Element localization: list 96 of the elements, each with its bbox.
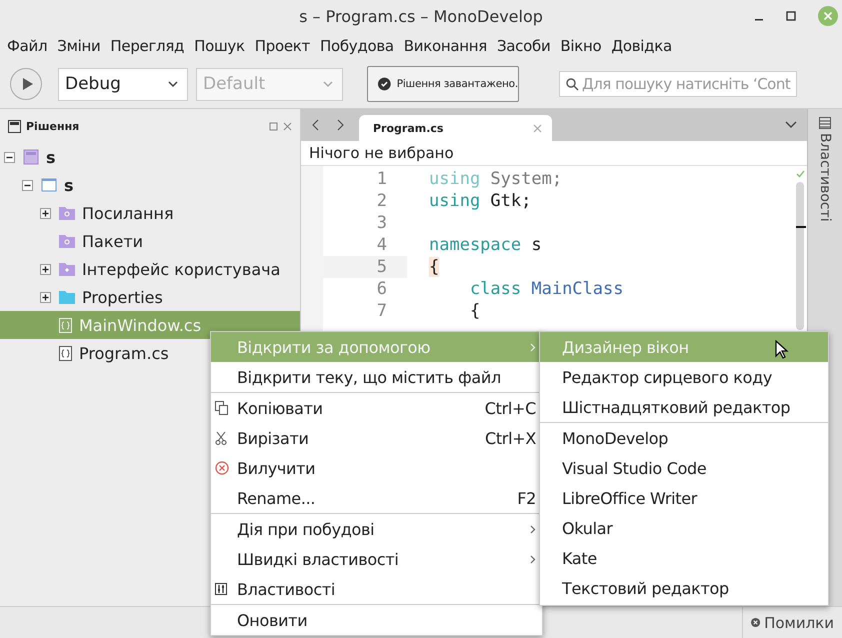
menu-item[interactable]: Okular xyxy=(540,513,828,543)
expand-icon[interactable] xyxy=(40,208,51,218)
forward-icon[interactable] xyxy=(335,119,345,131)
menu-item[interactable]: Файл xyxy=(2,37,52,55)
menu-item[interactable]: Перегляд xyxy=(105,37,190,55)
tree-item[interactable]: Properties xyxy=(0,283,300,311)
maximize-icon[interactable] xyxy=(786,11,796,21)
menu-item[interactable]: Проект xyxy=(250,37,315,55)
shortcut-text: Ctrl+X xyxy=(484,428,536,448)
editor-tab[interactable]: Program.cs xyxy=(359,115,552,141)
line-number: 5 xyxy=(323,256,407,278)
menu-item[interactable]: Пошук xyxy=(189,37,250,55)
menu-item[interactable]: Вилучити xyxy=(211,453,542,483)
check-icon xyxy=(796,170,804,178)
line-number: 2 xyxy=(376,190,388,212)
menu-item[interactable]: Оновити xyxy=(211,605,542,635)
search-icon xyxy=(566,78,579,90)
tree-item-label: Пакети xyxy=(82,232,144,250)
chevron-down-icon xyxy=(322,80,334,88)
list-icon xyxy=(819,117,831,129)
code-line: { xyxy=(468,301,480,321)
menu-item[interactable]: Копіювати Ctrl+C xyxy=(211,393,542,423)
error-icon xyxy=(751,616,760,629)
collapse-icon[interactable] xyxy=(4,152,15,162)
expand-icon[interactable] xyxy=(40,264,51,274)
tree-item-label: MainWindow.cs xyxy=(79,316,202,334)
play-icon xyxy=(22,77,34,91)
collapse-icon[interactable] xyxy=(22,180,33,190)
run-button[interactable] xyxy=(10,68,42,100)
code-file-icon xyxy=(59,318,72,332)
chevron-down-icon[interactable] xyxy=(785,121,797,129)
menu-item[interactable]: Дія при побудові xyxy=(211,514,542,544)
menu-item[interactable]: Шістнадцятковий редактор xyxy=(540,392,828,422)
menu-item[interactable]: Виконання xyxy=(398,37,492,55)
menu-item[interactable]: Rename... F2 xyxy=(211,483,542,513)
menu-item[interactable]: Вікно xyxy=(555,37,606,55)
tree-item-label: s xyxy=(64,176,74,194)
code-file-icon xyxy=(59,346,72,360)
code-line: class MainClass xyxy=(468,279,624,299)
menu-item[interactable]: Редактор сирцевого коду xyxy=(540,362,828,392)
code-line: using Gtk; xyxy=(429,191,532,211)
menu-item[interactable]: Властивості xyxy=(211,574,542,604)
back-icon[interactable] xyxy=(311,119,321,131)
menu-item[interactable]: Текстовий редактор xyxy=(540,573,828,603)
tree-item[interactable]: Інтерфейс користувача xyxy=(0,255,300,283)
tree-item-label: Program.cs xyxy=(79,344,169,362)
menu-item[interactable]: Kate xyxy=(540,543,828,573)
menu-item[interactable]: Visual Studio Code xyxy=(540,453,828,483)
line-number: 7 xyxy=(376,300,388,322)
pad-title: Рішення xyxy=(26,120,80,132)
copy-icon xyxy=(215,401,229,415)
line-number: 4 xyxy=(376,234,388,256)
menu-item[interactable]: Побудова xyxy=(314,37,399,55)
shortcut-text: F2 xyxy=(517,488,536,508)
menu-item[interactable]: Зміни xyxy=(52,37,106,55)
scrollbar[interactable] xyxy=(796,182,804,330)
status-text: Рішення завантажено. xyxy=(396,78,518,90)
check-icon xyxy=(378,77,391,91)
mouse-pointer-icon xyxy=(775,340,789,360)
menu-item[interactable]: Швидкі властивості xyxy=(211,544,542,574)
tree-item[interactable]: Посилання xyxy=(0,199,300,227)
tree-item-label: Properties xyxy=(82,288,163,306)
menu-item[interactable]: Відкрити теку, що містить файл xyxy=(211,362,542,392)
delete-icon xyxy=(215,461,229,475)
line-number: 3 xyxy=(376,212,388,234)
window-title: s – Program.cs – MonoDevelop xyxy=(299,6,543,26)
folder-icon xyxy=(59,290,75,304)
close-icon[interactable] xyxy=(283,122,292,130)
tree-item-label: Інтерфейс користувача xyxy=(82,260,280,278)
shortcut-text: Ctrl+C xyxy=(484,398,536,418)
expand-icon[interactable] xyxy=(40,292,51,302)
menu-item[interactable]: LibreOffice Writer xyxy=(540,483,828,513)
folder-icon xyxy=(59,262,75,276)
properties-icon xyxy=(215,583,227,595)
folder-icon xyxy=(59,206,75,220)
folder-icon xyxy=(59,234,75,248)
solution-icon xyxy=(8,120,21,132)
code-line: using System; xyxy=(429,169,562,189)
tree-item[interactable]: s xyxy=(0,171,300,199)
line-number: 1 xyxy=(376,168,388,190)
window-icon xyxy=(41,177,57,193)
menu-item[interactable]: Вирізати Ctrl+X xyxy=(211,423,542,453)
code-line: namespace s xyxy=(429,235,542,255)
scissors-icon xyxy=(215,431,227,445)
configuration-dropdown[interactable]: Debug xyxy=(58,68,188,100)
chevron-down-icon xyxy=(167,80,179,88)
tree-item-label: s xyxy=(46,148,56,166)
tree-item[interactable]: s xyxy=(0,143,300,171)
solution-icon xyxy=(23,149,39,165)
line-number: 6 xyxy=(376,278,388,300)
tree-item-label: Посилання xyxy=(82,204,174,222)
menu-item[interactable]: Засоби xyxy=(492,37,556,55)
menu-item[interactable]: Довідка xyxy=(606,37,677,55)
search-field[interactable]: Для пошуку натисніть ‘Cont xyxy=(559,71,797,97)
tree-item[interactable]: Пакети xyxy=(0,227,300,255)
menu-item[interactable]: MonoDevelop xyxy=(540,423,828,453)
